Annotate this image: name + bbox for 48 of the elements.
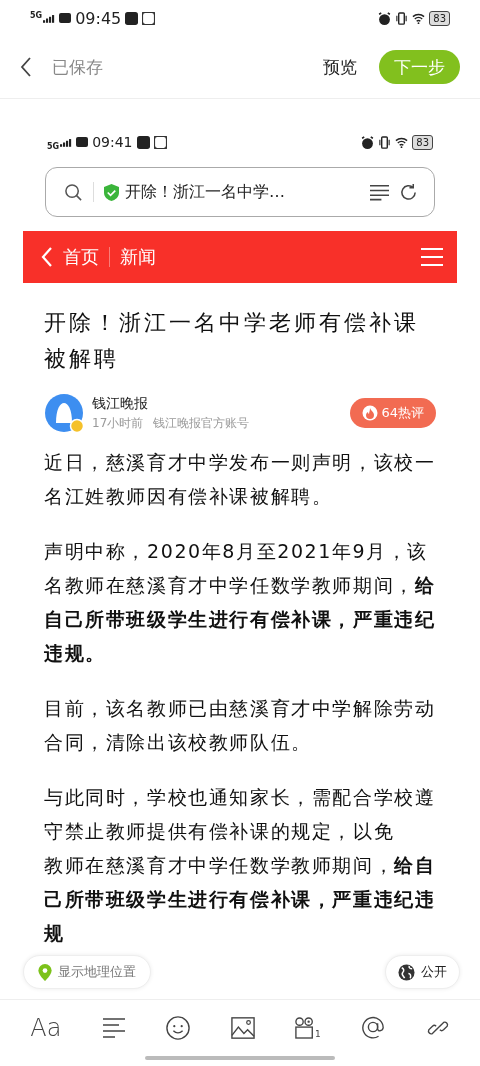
status-time: 09:45 (75, 8, 122, 28)
back-icon[interactable] (20, 57, 32, 77)
article-paragraph: 与此同时，学校也通知家长，需配合学校遵守禁止教师提供有偿补课的规定，以免 (44, 785, 436, 844)
article-paragraph: 声明中称，2020年8月至2021年9月，该名教师在慈溪育才中学任数学教师期间，给自己所带班级学生进行有偿补课，严重违纪违规。 (44, 539, 436, 666)
network-label: 5G (47, 142, 60, 151)
network-label: 5G (30, 11, 43, 20)
alarm-icon (361, 135, 375, 149)
post-time: 17小时前 (92, 414, 144, 432)
signal-icon (60, 137, 73, 147)
home-link[interactable]: 首页 (63, 245, 99, 269)
address-bar[interactable]: 开除！浙江一名中学… (45, 167, 435, 217)
vibrate-icon (378, 135, 392, 149)
smiley-icon[interactable] (166, 1016, 191, 1040)
location-chip[interactable]: 显示地理位置 (23, 955, 151, 989)
image-icon[interactable] (230, 1016, 255, 1040)
globe-icon (398, 963, 415, 981)
location-pin-icon (38, 963, 52, 981)
article-paragraph: 目前，该名教师已由慈溪育才中学解除劳动合同，清除出该校教师队伍。 (44, 696, 436, 755)
account-label: 钱江晚报官方账号 (153, 414, 250, 432)
menu-icon[interactable] (421, 248, 443, 266)
saved-status: 已保存 (52, 55, 103, 79)
status-time: 09:41 (92, 134, 133, 150)
alarm-icon (378, 11, 392, 25)
font-button[interactable]: Aa (30, 1014, 62, 1042)
battery-indicator: 83 (412, 134, 433, 150)
visibility-chip[interactable]: 公开 (385, 955, 460, 989)
align-left-icon[interactable] (101, 1016, 126, 1040)
preview-button[interactable]: 预览 (323, 55, 357, 79)
menu-lines-icon[interactable] (370, 182, 389, 202)
battery-indicator: 83 (429, 10, 450, 26)
mention-button[interactable] (361, 1014, 386, 1042)
page-title: 开除！浙江一名中学… (125, 181, 285, 203)
author-name: 钱江晚报 (92, 394, 149, 413)
section-title: 新闻 (120, 245, 156, 269)
flame-icon (362, 405, 379, 421)
shield-check-icon (104, 183, 119, 201)
wifi-icon (395, 135, 409, 149)
article-paragraph: 近日，慈溪育才中学发布一则声明，该校一名江姓教师因有偿补课被解聘。 (44, 450, 436, 509)
signal-icon (43, 13, 56, 23)
video-camera-icon (295, 1017, 316, 1039)
refresh-icon[interactable] (399, 182, 418, 202)
search-icon[interactable] (64, 182, 83, 202)
article-paragraph: 教师在慈溪育才中学任数学教师期间，给自己所带班级学生进行有偿补课，严重违纪违规 (44, 853, 436, 946)
at-sign-icon (361, 1014, 386, 1039)
wifi-icon (412, 11, 426, 25)
vibrate-icon (395, 11, 409, 25)
article-title: 开除！浙江一名中学老师有偿补课被解聘 (44, 309, 420, 373)
video-button[interactable]: 1 (295, 1017, 321, 1039)
